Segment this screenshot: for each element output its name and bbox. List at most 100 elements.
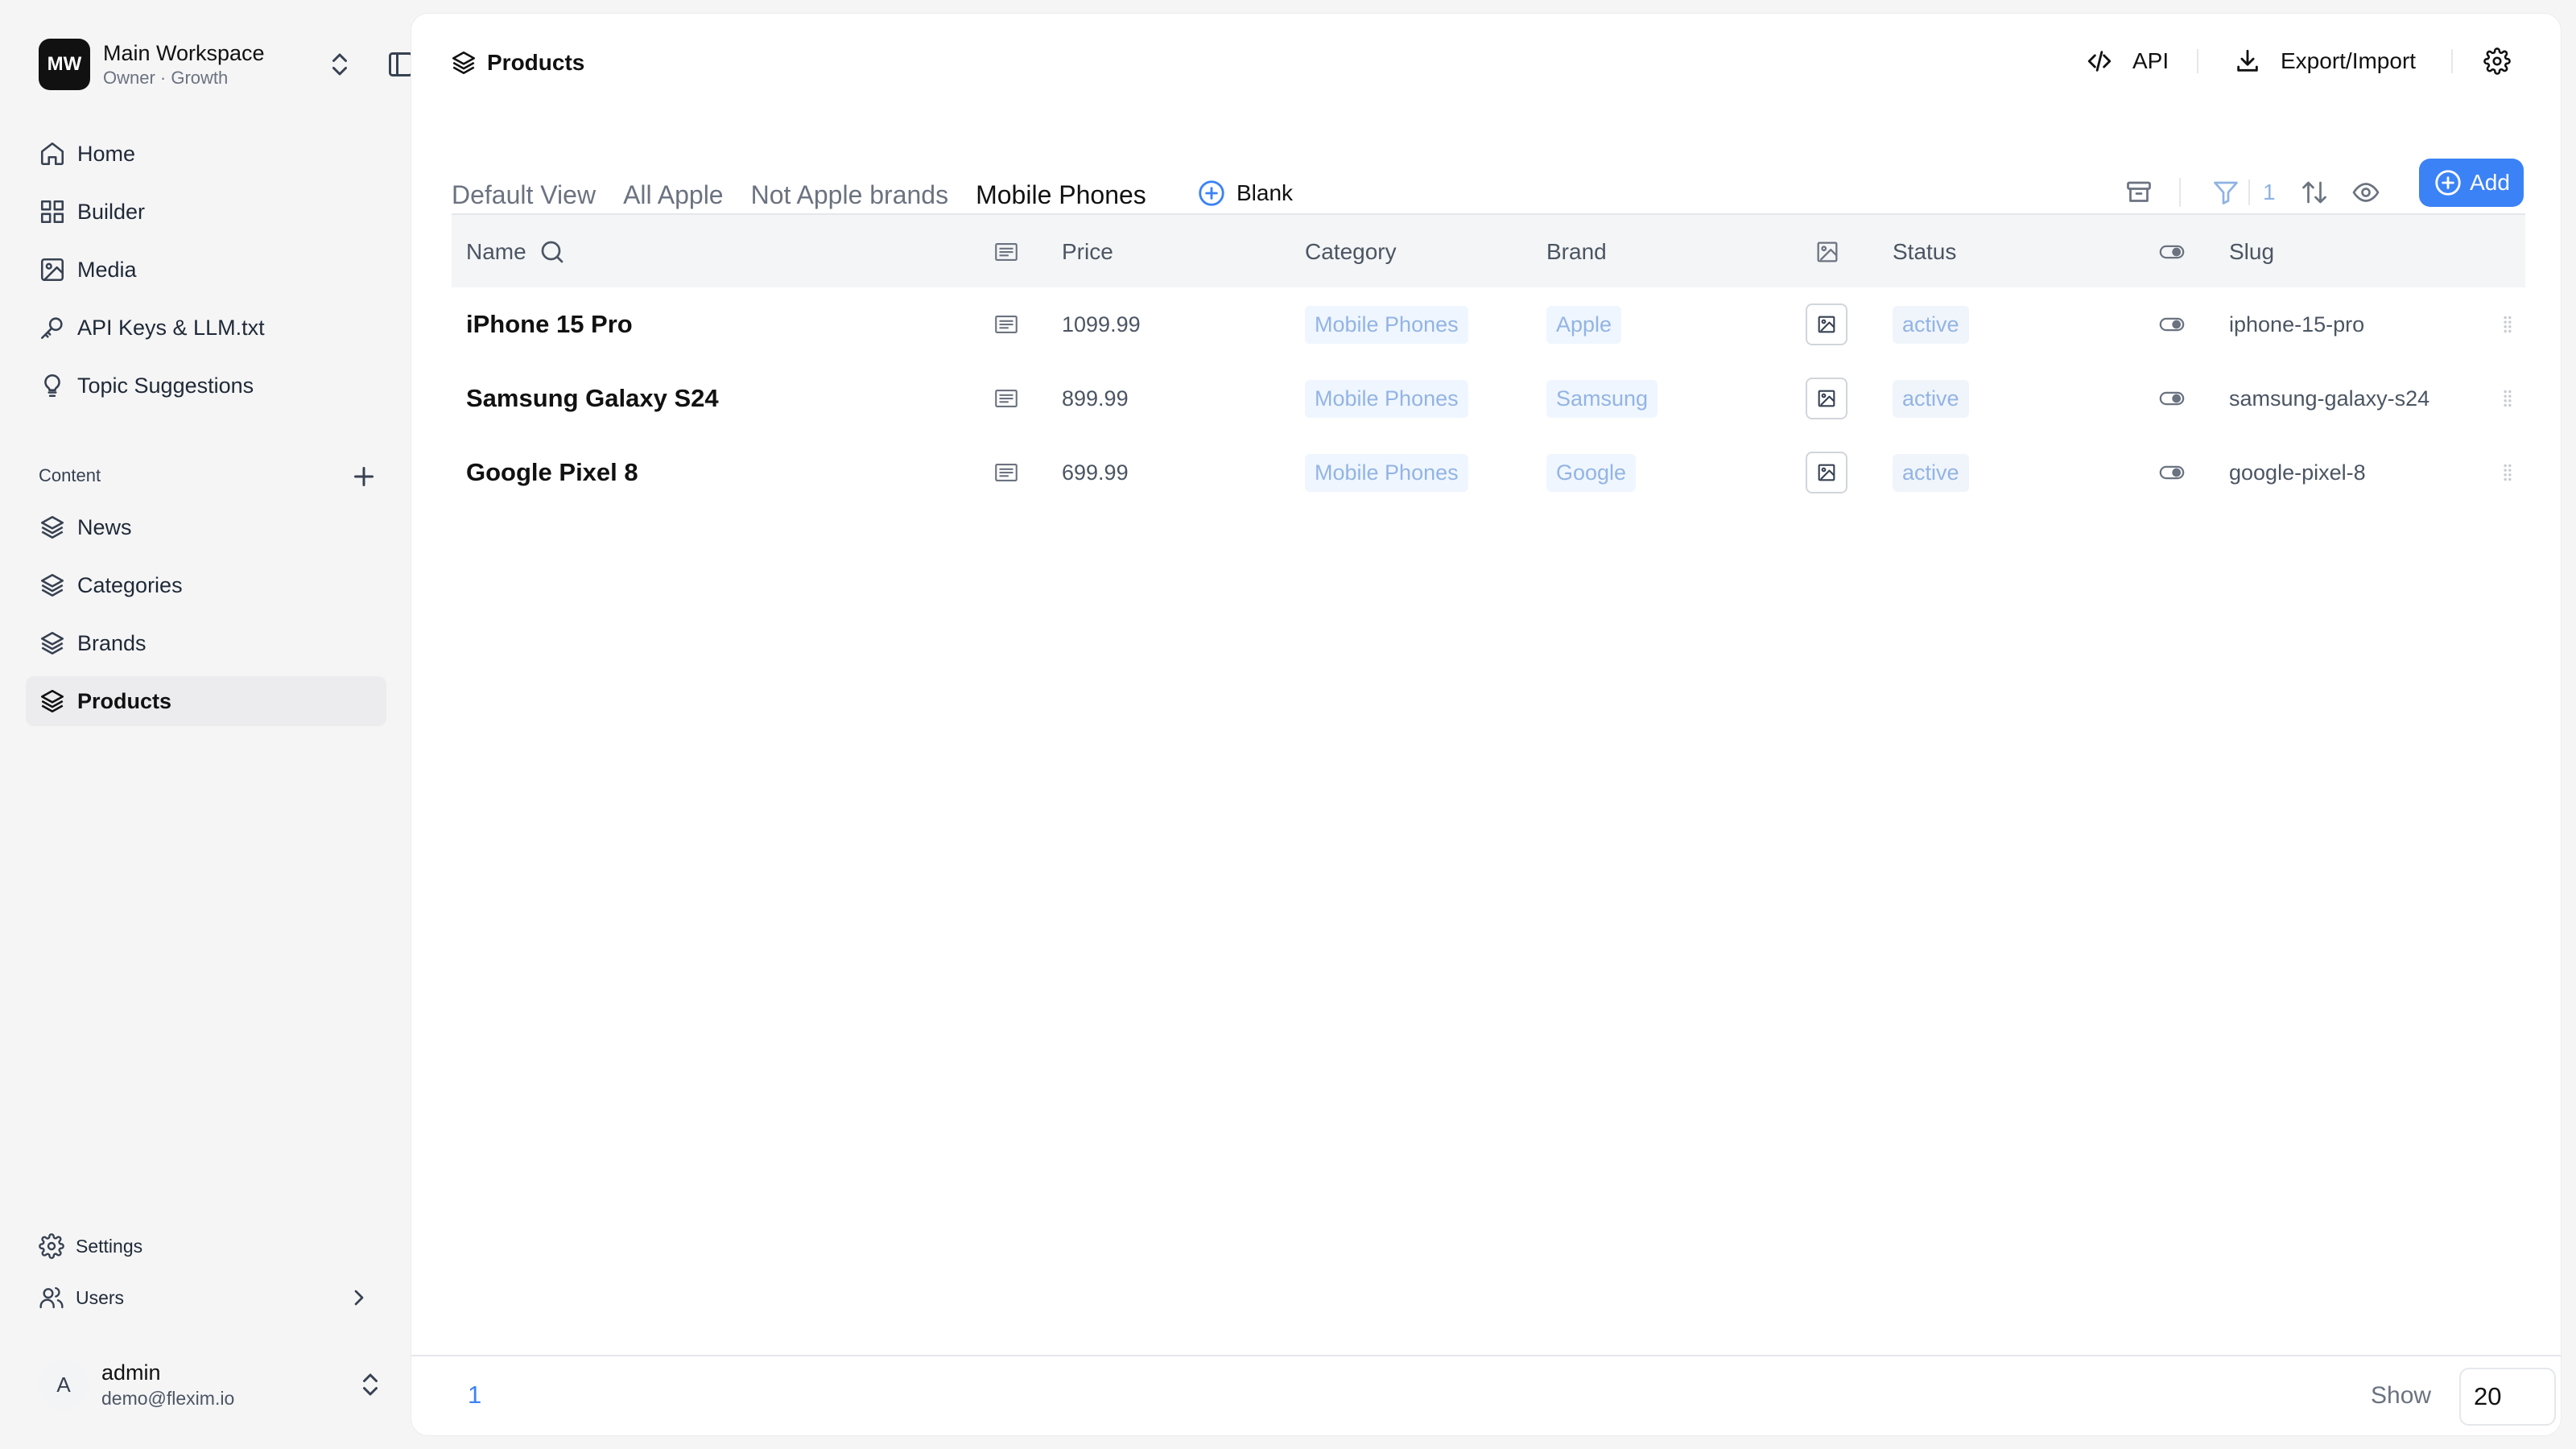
table-row[interactable]: Samsung Galaxy S24 899.99 Mobile Phones …: [452, 361, 2525, 436]
nav-users[interactable]: Users: [26, 1277, 386, 1319]
drag-handle-icon[interactable]: [2500, 385, 2516, 412]
category-tag[interactable]: Mobile Phones: [1305, 453, 1468, 492]
text-field-icon[interactable]: [993, 459, 1020, 486]
nav-media[interactable]: Media: [26, 245, 386, 295]
page-size-input[interactable]: [2459, 1368, 2556, 1426]
workspace-avatar: MW: [39, 39, 90, 90]
status-badge[interactable]: active: [1893, 305, 1969, 344]
export-import-label: Export/Import: [2281, 48, 2417, 73]
column-slug[interactable]: Slug: [2229, 215, 2274, 289]
plus-circle-icon: [1199, 180, 1224, 206]
brand-tag[interactable]: Google: [1546, 453, 1637, 492]
nav-api-keys[interactable]: API Keys & LLM.txt: [26, 303, 386, 353]
drag-handle-icon[interactable]: [2500, 311, 2516, 338]
nav-home[interactable]: Home: [26, 129, 386, 179]
user-name: admin: [101, 1360, 161, 1385]
toggle-icon: [2159, 245, 2185, 259]
product-slug: google-pixel-8: [2229, 460, 2366, 485]
toggle-icon[interactable]: [2158, 459, 2186, 486]
text-field-icon[interactable]: [993, 385, 1020, 412]
nav-label: API Keys & LLM.txt: [77, 315, 265, 340]
drag-handle-icon[interactable]: [2500, 459, 2516, 486]
product-slug: samsung-galaxy-s24: [2229, 386, 2430, 411]
divider: [2451, 49, 2453, 73]
category-tag[interactable]: Mobile Phones: [1305, 379, 1468, 418]
avatar: A: [39, 1360, 89, 1410]
layers-icon: [40, 689, 64, 713]
product-slug: iphone-15-pro: [2229, 312, 2365, 336]
add-button[interactable]: Add: [2419, 159, 2524, 207]
export-import-button[interactable]: Export/Import: [2234, 47, 2416, 75]
sort-icon[interactable]: [2300, 178, 2329, 207]
divider: [2179, 178, 2181, 207]
column-category[interactable]: Category: [1305, 215, 1397, 289]
image-icon: [1818, 464, 1835, 481]
product-name[interactable]: Google Pixel 8: [466, 436, 638, 510]
nav-topic-suggestions[interactable]: Topic Suggestions: [26, 361, 386, 411]
nav-settings[interactable]: Settings: [26, 1225, 386, 1267]
table-row[interactable]: iPhone 15 Pro 1099.99 Mobile Phones Appl…: [452, 287, 2525, 361]
filter-icon[interactable]: [2211, 178, 2240, 207]
products-table: Name Price Category Brand Status Slug iP…: [452, 213, 2525, 510]
add-button-label: Add: [2470, 170, 2510, 195]
text-field-icon[interactable]: [993, 311, 1020, 338]
column-brand[interactable]: Brand: [1546, 215, 1607, 289]
table-row[interactable]: Google Pixel 8 699.99 Mobile Phones Goog…: [452, 436, 2525, 510]
divider: [2197, 49, 2198, 73]
column-toggle[interactable]: [2158, 215, 2186, 289]
image-thumbnail[interactable]: [1806, 303, 1847, 345]
user-menu[interactable]: A admin demo@flexim.io: [39, 1356, 385, 1414]
workspace-name: Main Workspace: [103, 41, 265, 65]
brand-tag[interactable]: Samsung: [1546, 379, 1658, 418]
chevrons-up-down-icon[interactable]: [325, 50, 354, 79]
layers-icon: [40, 631, 64, 655]
nav-news[interactable]: News: [26, 502, 386, 552]
eye-icon[interactable]: [2351, 178, 2380, 207]
plus-icon[interactable]: [349, 462, 378, 491]
download-icon: [2237, 49, 2258, 72]
image-icon: [1818, 390, 1835, 407]
product-price: 899.99: [1062, 386, 1129, 411]
nav-categories[interactable]: Categories: [26, 560, 386, 610]
chevrons-up-down-icon[interactable]: [356, 1370, 385, 1399]
status-badge[interactable]: active: [1893, 453, 1969, 492]
image-icon: [1817, 242, 1838, 262]
nav-builder[interactable]: Builder: [26, 187, 386, 237]
lightbulb-icon: [44, 374, 60, 398]
nav-label: News: [77, 514, 132, 539]
gear-icon[interactable]: [2483, 47, 2511, 75]
nav-label: Builder: [77, 199, 146, 224]
product-name[interactable]: iPhone 15 Pro: [466, 287, 633, 361]
toggle-icon[interactable]: [2158, 385, 2186, 412]
search-icon[interactable]: [538, 237, 567, 266]
add-view-button[interactable]: Blank: [1196, 178, 1293, 208]
nav-label: Brands: [77, 630, 147, 655]
nav-products[interactable]: Products: [26, 676, 386, 726]
brand-tag[interactable]: Apple: [1546, 305, 1622, 344]
key-icon: [40, 317, 63, 340]
image-thumbnail[interactable]: [1806, 378, 1847, 419]
status-badge[interactable]: active: [1893, 379, 1969, 418]
toggle-icon[interactable]: [2158, 311, 2186, 338]
add-view-label: Blank: [1236, 180, 1294, 205]
product-name[interactable]: Samsung Galaxy S24: [466, 361, 719, 436]
category-tag[interactable]: Mobile Phones: [1305, 305, 1468, 344]
layers-icon: [40, 515, 64, 539]
image-thumbnail[interactable]: [1806, 452, 1847, 493]
main-panel: Products API Export/Import Default View …: [411, 13, 2562, 1436]
column-name[interactable]: Name: [466, 215, 567, 289]
chevron-right-icon: [354, 1290, 364, 1306]
page-number[interactable]: 1: [468, 1381, 481, 1410]
workspace-role: Owner · Growth: [103, 68, 229, 88]
nav-brands[interactable]: Brands: [26, 618, 386, 668]
code-icon: [2087, 51, 2112, 72]
archive-icon[interactable]: [2124, 178, 2153, 207]
column-text[interactable]: [993, 215, 1020, 289]
workspace-switcher[interactable]: MW Main Workspace Owner · Growth: [39, 39, 413, 90]
page-title: Products: [487, 50, 585, 75]
api-button[interactable]: API: [2086, 47, 2169, 75]
breadcrumb: Products: [450, 49, 584, 76]
column-image[interactable]: [1814, 215, 1841, 289]
column-status[interactable]: Status: [1893, 215, 1956, 289]
column-price[interactable]: Price: [1062, 215, 1113, 289]
